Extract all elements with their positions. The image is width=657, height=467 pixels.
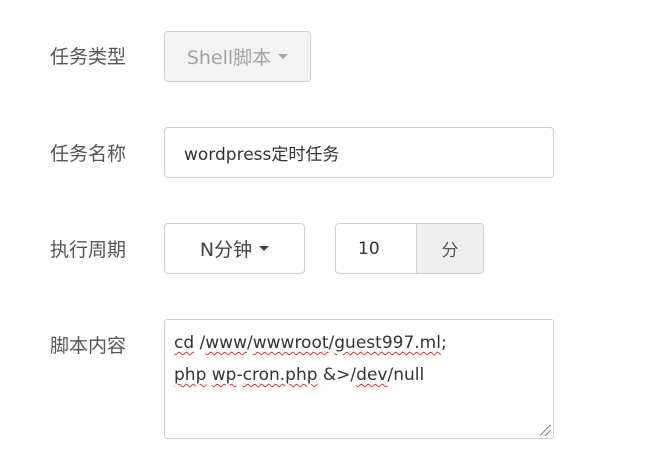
minutes-input-group: 10 分	[335, 223, 484, 274]
task-type-value: Shell脚本	[186, 47, 272, 69]
caret-down-icon	[278, 54, 289, 59]
period-select[interactable]: N分钟	[164, 223, 305, 274]
task-type-select[interactable]: Shell脚本	[164, 31, 311, 82]
caret-down-icon	[259, 246, 270, 251]
script-token: cron.php	[242, 365, 318, 385]
script-textarea[interactable]: cd /www/wwwroot/guest997.ml; php wp-cron.…	[164, 319, 554, 439]
period-value: N分钟	[199, 239, 253, 261]
script-token: /null	[387, 365, 425, 385]
minutes-value: 10	[358, 238, 380, 259]
script-token: cd	[174, 333, 195, 353]
script-token: www	[205, 333, 247, 353]
script-line-2: php wp-cron.php &>/dev/null	[174, 359, 544, 391]
script-label: 脚本内容	[50, 335, 127, 357]
script-line-1: cd /www/wwwroot/guest997.ml;	[174, 327, 544, 359]
script-token: wp	[211, 365, 237, 385]
period-label: 执行周期	[50, 239, 127, 261]
task-type-label: 任务类型	[50, 46, 127, 68]
minutes-input[interactable]: 10	[336, 224, 417, 273]
script-token: ;	[440, 333, 447, 353]
script-token: wwwroot	[252, 333, 329, 353]
script-token: guest997.ml	[334, 333, 441, 353]
task-name-label: 任务名称	[50, 143, 127, 165]
script-token: php	[174, 365, 207, 385]
script-token: &>/	[317, 365, 357, 385]
resize-handle-icon[interactable]	[540, 425, 551, 436]
task-name-value: wordpress定时任务	[184, 145, 340, 165]
script-token: /	[194, 333, 206, 353]
minutes-unit-addon: 分	[417, 224, 483, 273]
task-name-input[interactable]: wordpress定时任务	[164, 127, 554, 178]
script-token: dev	[356, 365, 388, 385]
